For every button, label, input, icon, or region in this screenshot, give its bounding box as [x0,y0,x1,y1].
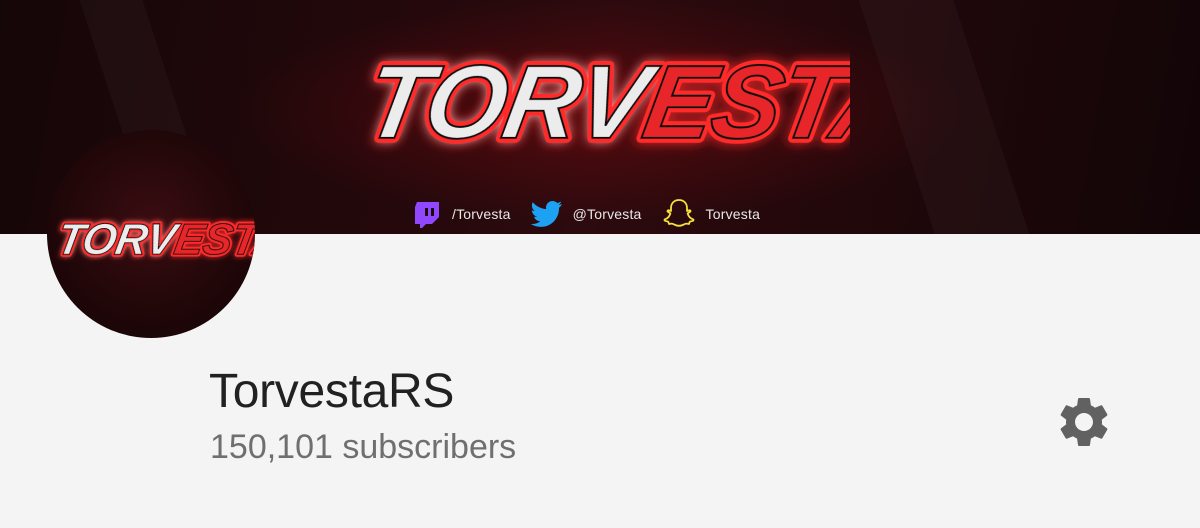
avatar-logo: TORVESTA TORVESTA [51,213,255,267]
banner-logo-light-fill: TORV [357,45,667,161]
channel-name: TorvestaRS [209,365,455,418]
snapchat-handle: Torvesta [705,206,761,222]
banner-logo: TORVESTA TORVESTA [352,40,850,166]
settings-button[interactable] [1050,388,1118,456]
avatar-logo-light-fill: TORV [53,215,183,264]
twitter-handle: @Torvesta [572,206,642,222]
channel-avatar[interactable]: TORVESTA TORVESTA [47,130,255,338]
channel-header-screen: TORVESTA TORVESTA /Torvesta @Torvesta To… [0,0,1200,528]
subscriber-count: 150,101 subscribers [210,428,517,466]
banner-decoration [853,0,1037,234]
twitch-link: /Torvesta [412,199,511,229]
twitch-icon [415,202,439,228]
twitter-link: @Torvesta [530,200,642,228]
gear-icon [1060,398,1108,446]
twitch-handle: /Torvesta [452,206,511,222]
svg-text:TORVESTA: TORVESTA [53,215,255,264]
svg-text:TORVESTA: TORVESTA [357,45,850,161]
banner-social-links: /Torvesta @Torvesta Torvesta [412,196,760,232]
snapchat-link: Torvesta [662,197,761,231]
twitter-icon [530,201,562,227]
banner-logo-red-fill: ESTA [636,45,850,161]
avatar-logo-red-fill: ESTA [171,215,255,264]
snapchat-icon [663,199,694,227]
